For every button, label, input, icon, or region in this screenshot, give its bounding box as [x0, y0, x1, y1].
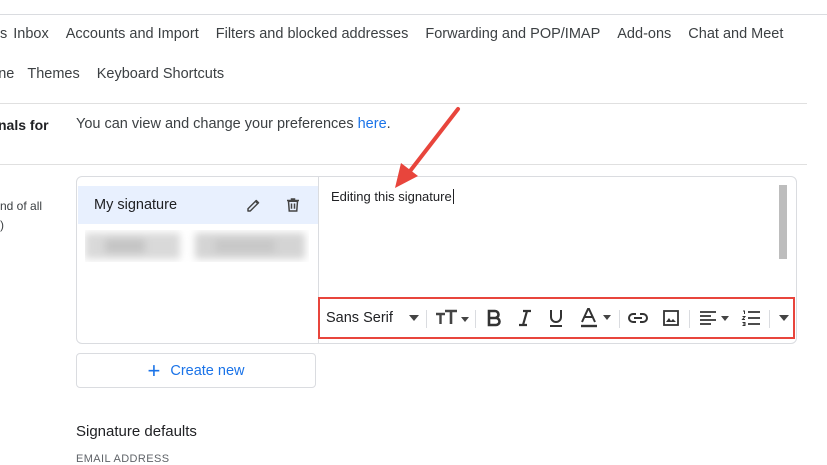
annotation-arrow-icon	[395, 107, 460, 188]
